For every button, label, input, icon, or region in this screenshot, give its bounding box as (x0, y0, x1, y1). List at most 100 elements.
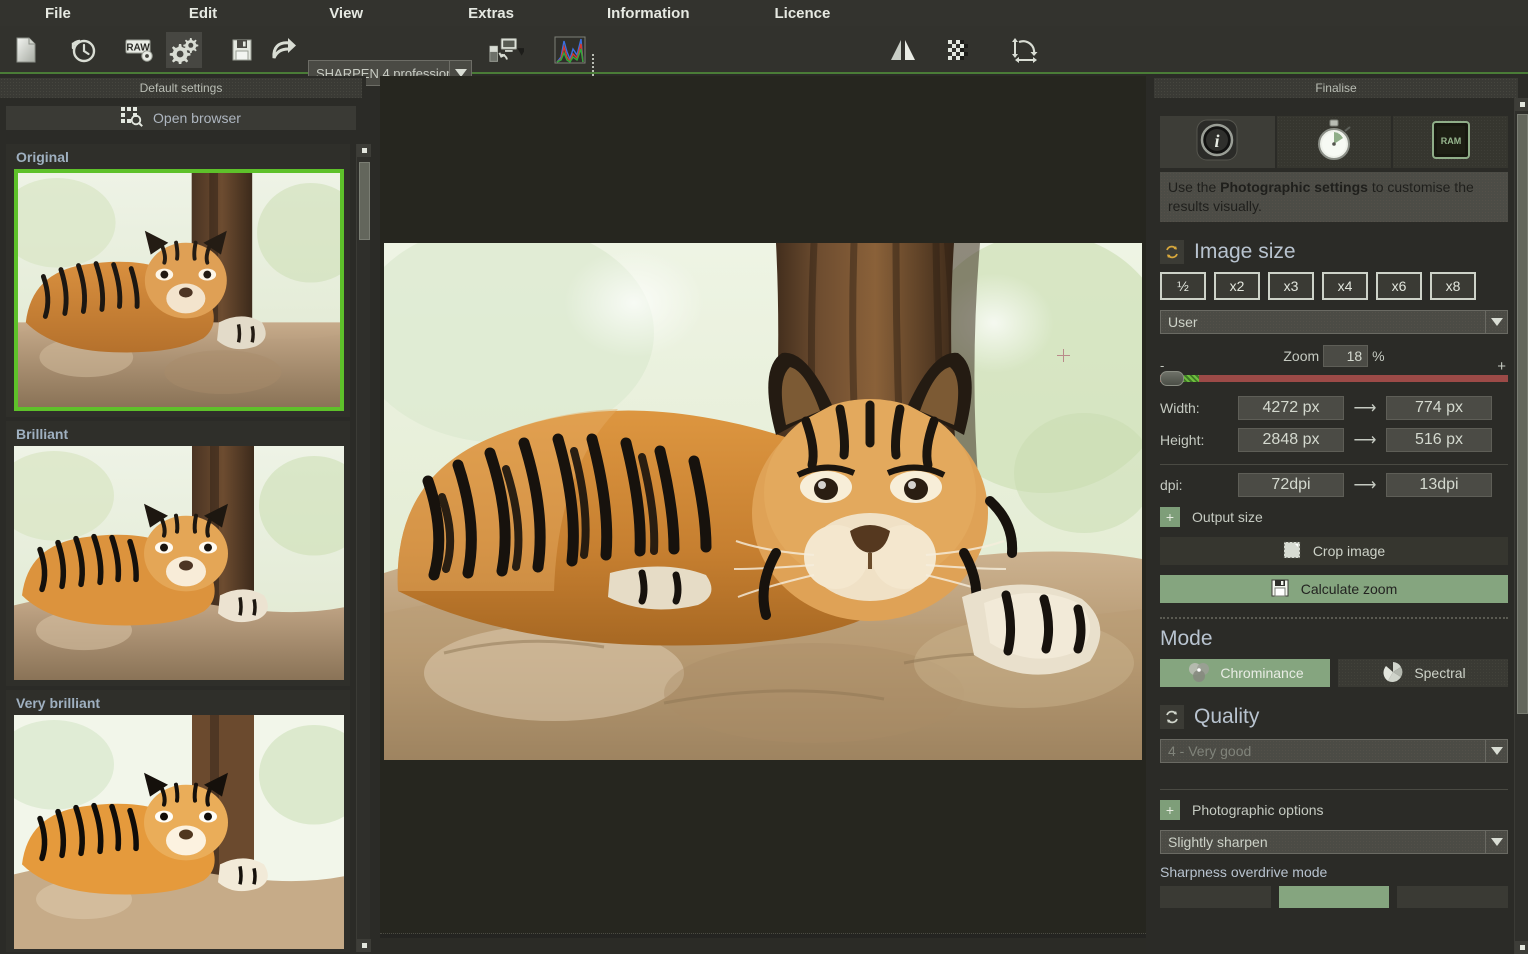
width-target-value[interactable]: 774 px (1386, 396, 1492, 420)
info-tile-speed[interactable] (1276, 116, 1392, 168)
mode-title: Mode (1160, 627, 1213, 650)
zoom-x6-button[interactable]: x6 (1376, 272, 1422, 300)
zoom-input[interactable]: 18 (1323, 345, 1369, 367)
variant-very-brilliant[interactable]: Very brilliant (6, 690, 350, 952)
height-source-value[interactable]: 2848 px (1238, 428, 1344, 452)
output-size-label: Output size (1192, 509, 1263, 525)
chevron-down-icon[interactable] (1485, 740, 1507, 762)
variant-thumbnail-list[interactable]: Original Brilliant Very brilliant (6, 144, 350, 952)
open-browser-button[interactable]: Open browser (6, 106, 356, 130)
quality-select[interactable]: 4 - Very good (1160, 739, 1508, 763)
info-tile-information[interactable]: i (1160, 116, 1275, 168)
canvas-viewport[interactable] (380, 76, 1146, 934)
width-source-value[interactable]: 4272 px (1238, 396, 1344, 420)
menu-view[interactable]: View (319, 3, 373, 24)
preview-image[interactable] (384, 243, 1142, 760)
output-size-expand-button[interactable]: + (1160, 507, 1180, 527)
scrollbar-thumb[interactable] (1517, 114, 1528, 714)
variant-label: Brilliant (16, 426, 69, 442)
open-browser-label: Open browser (153, 110, 241, 126)
menu-information[interactable]: Information (597, 3, 700, 24)
dpi-label: dpi: (1160, 477, 1183, 493)
menu-file[interactable]: File (35, 3, 81, 24)
height-target-value[interactable]: 516 px (1386, 428, 1492, 452)
height-row: Height: 2848 px ⟶ 516 px (1160, 428, 1508, 452)
zoom-value-row: Zoom 18 % (1160, 344, 1508, 368)
mode-chrominance-button[interactable]: Chrominance (1160, 659, 1330, 687)
zoom-multiplier-row: ½ x2 x3 x4 x6 x8 (1160, 272, 1508, 300)
sharpness-overdrive-row (1160, 886, 1508, 908)
save-disk-icon[interactable] (224, 32, 260, 68)
scrollbar-thumb[interactable] (359, 162, 370, 240)
menu-licence[interactable]: Licence (764, 3, 840, 24)
size-preset-select[interactable]: User (1160, 310, 1508, 334)
right-panel-scrollbar[interactable] (1514, 98, 1528, 954)
scroll-up-arrow[interactable] (357, 144, 371, 157)
variant-thumbnail[interactable] (14, 446, 344, 680)
mirror-flip-icon[interactable] (885, 32, 921, 68)
variant-thumbnail[interactable] (14, 715, 344, 949)
compare-split-icon[interactable] (941, 32, 977, 68)
zoom-slider-green-range (1182, 375, 1199, 382)
raw-settings-icon[interactable]: RAW (122, 32, 158, 68)
save-disk-icon (1271, 579, 1289, 600)
menu-extras[interactable]: Extras (458, 3, 524, 24)
mode-chrominance-label: Chrominance (1220, 665, 1304, 681)
mode-spectral-button[interactable]: Spectral (1338, 659, 1508, 687)
crop-image-label: Crop image (1312, 543, 1386, 559)
menu-edit[interactable]: Edit (179, 3, 227, 24)
zoom-slider-handle[interactable] (1160, 371, 1184, 386)
chevron-down-icon[interactable] (1485, 831, 1507, 853)
crop-image-button[interactable]: Crop image (1160, 537, 1508, 565)
canvas-footer-strip (380, 938, 1146, 954)
scroll-up-arrow[interactable] (1515, 98, 1528, 111)
scroll-down-arrow[interactable] (1515, 941, 1528, 954)
zoom-half-button[interactable]: ½ (1160, 272, 1206, 300)
size-preset-value: User (1168, 314, 1198, 330)
variant-original[interactable]: Original (6, 144, 350, 417)
calculate-zoom-button[interactable]: Calculate zoom (1160, 575, 1508, 603)
variant-brilliant[interactable]: Brilliant (6, 421, 350, 686)
chrominance-blob-icon (1186, 661, 1212, 686)
zoom-x3-button[interactable]: x3 (1268, 272, 1314, 300)
share-export-icon[interactable] (266, 32, 302, 68)
mode-spectral-label: Spectral (1414, 665, 1466, 681)
info-tile-row: i RAM (1160, 116, 1508, 168)
zoom-unit: % (1372, 348, 1385, 364)
print-monitor-icon[interactable] (488, 32, 524, 68)
zoom-slider-track[interactable] (1160, 375, 1508, 382)
overdrive-option-1[interactable] (1160, 886, 1271, 908)
sharpen-preset-select[interactable]: Slightly sharpen (1160, 830, 1508, 854)
rotate-resize-icon[interactable] (1008, 32, 1044, 68)
zoom-x8-button[interactable]: x8 (1430, 272, 1476, 300)
dpi-source-value[interactable]: 72dpi (1238, 473, 1344, 497)
photographic-options-expand-button[interactable]: + (1160, 800, 1180, 820)
chevron-down-icon[interactable] (1485, 311, 1507, 333)
new-document-icon[interactable] (8, 32, 44, 68)
overdrive-option-3[interactable] (1397, 886, 1508, 908)
zoom-x2-button[interactable]: x2 (1214, 272, 1260, 300)
right-panel: Finalise i RAM Use the Photographic sett… (1150, 76, 1528, 954)
arrow-right-icon: ⟶ (1353, 400, 1377, 417)
history-clock-icon[interactable] (65, 32, 101, 68)
variant-thumbnail[interactable] (14, 169, 344, 411)
crop-marquee-icon (1283, 541, 1301, 562)
output-size-row: + Output size (1160, 507, 1508, 527)
gears-settings-icon[interactable] (166, 32, 202, 68)
left-panel-scrollbar[interactable] (356, 144, 371, 952)
toolbar: RAW SHARPEN 4 professional (0, 26, 1528, 92)
left-panel-header: Default settings (0, 78, 362, 98)
dpi-target-value[interactable]: 13dpi (1386, 473, 1492, 497)
overdrive-option-2[interactable] (1278, 886, 1390, 908)
scroll-down-arrow[interactable] (357, 939, 371, 952)
zoom-slider[interactable]: - + (1160, 358, 1508, 388)
calculate-zoom-label: Calculate zoom (1300, 581, 1398, 597)
browser-grid-icon (121, 106, 143, 130)
info-tile-ram[interactable]: RAM (1393, 116, 1508, 168)
refresh-arrows-icon (1160, 240, 1184, 264)
divider (1160, 464, 1508, 465)
slider-plus-label[interactable]: + (1497, 358, 1506, 375)
zoom-x4-button[interactable]: x4 (1322, 272, 1368, 300)
histogram-icon[interactable] (552, 32, 588, 68)
ram-chip-icon: RAM (1429, 118, 1473, 167)
